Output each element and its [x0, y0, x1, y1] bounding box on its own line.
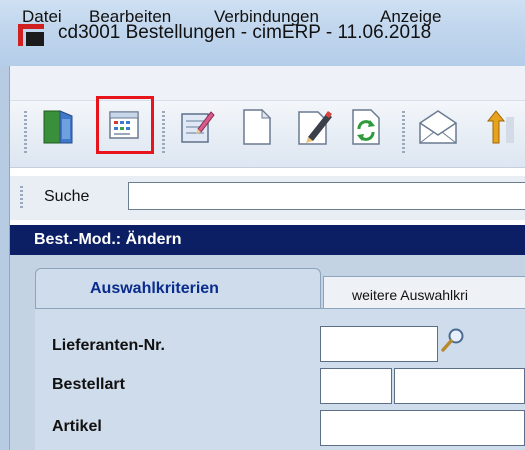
toolbar-grip[interactable] [24, 111, 27, 155]
lieferanten-nr-input[interactable] [320, 326, 438, 362]
sort-button[interactable] [486, 103, 525, 151]
tab-weitere-label: weitere Auswahlkri [352, 287, 468, 303]
edit-pencil-icon [298, 111, 332, 145]
sort-arrows-icon [486, 110, 514, 144]
exit-button[interactable] [34, 103, 82, 151]
window-frame-left [0, 66, 9, 450]
lookup-magnifier-icon[interactable] [440, 327, 466, 353]
lieferanten-nr-label: Lieferanten-Nr. [52, 337, 165, 354]
new-document-button[interactable] [232, 103, 280, 151]
refresh-icon [352, 109, 380, 145]
search-input[interactable] [128, 182, 525, 210]
bestellart-code-input[interactable] [320, 368, 392, 404]
menu-verbindungen[interactable]: Verbindungen [214, 7, 319, 27]
notepad-button[interactable] [172, 103, 220, 151]
toolbar-grip[interactable] [402, 111, 405, 155]
module-title: Best.-Mod.: Ändern [34, 231, 182, 248]
artikel-input[interactable] [320, 410, 525, 446]
search-label: Suche [44, 188, 90, 205]
menu-datei[interactable]: Datei [22, 7, 62, 27]
mail-button[interactable] [414, 103, 462, 151]
artikel-label: Artikel [52, 418, 102, 435]
tab-auswahlkriterien-label: Auswahlkriterien [90, 280, 219, 297]
bestellart-description-field [394, 368, 525, 404]
exit-door-icon [43, 110, 73, 144]
bestellart-label: Bestellart [52, 376, 125, 393]
new-document-icon [243, 108, 272, 145]
menu-bar [10, 66, 525, 101]
notepad-check-icon [181, 111, 215, 143]
edit-button[interactable] [290, 103, 338, 151]
toolbar-grip[interactable] [162, 111, 165, 155]
highlight-box [96, 96, 154, 154]
search-grip[interactable] [20, 186, 23, 210]
menu-anzeige[interactable]: Anzeige [380, 7, 441, 27]
app-logo-icon [18, 24, 44, 46]
mail-envelope-icon [419, 110, 457, 144]
tab-divider [35, 308, 525, 309]
refresh-button[interactable] [342, 103, 390, 151]
menu-bearbeiten[interactable]: Bearbeiten [89, 7, 171, 27]
